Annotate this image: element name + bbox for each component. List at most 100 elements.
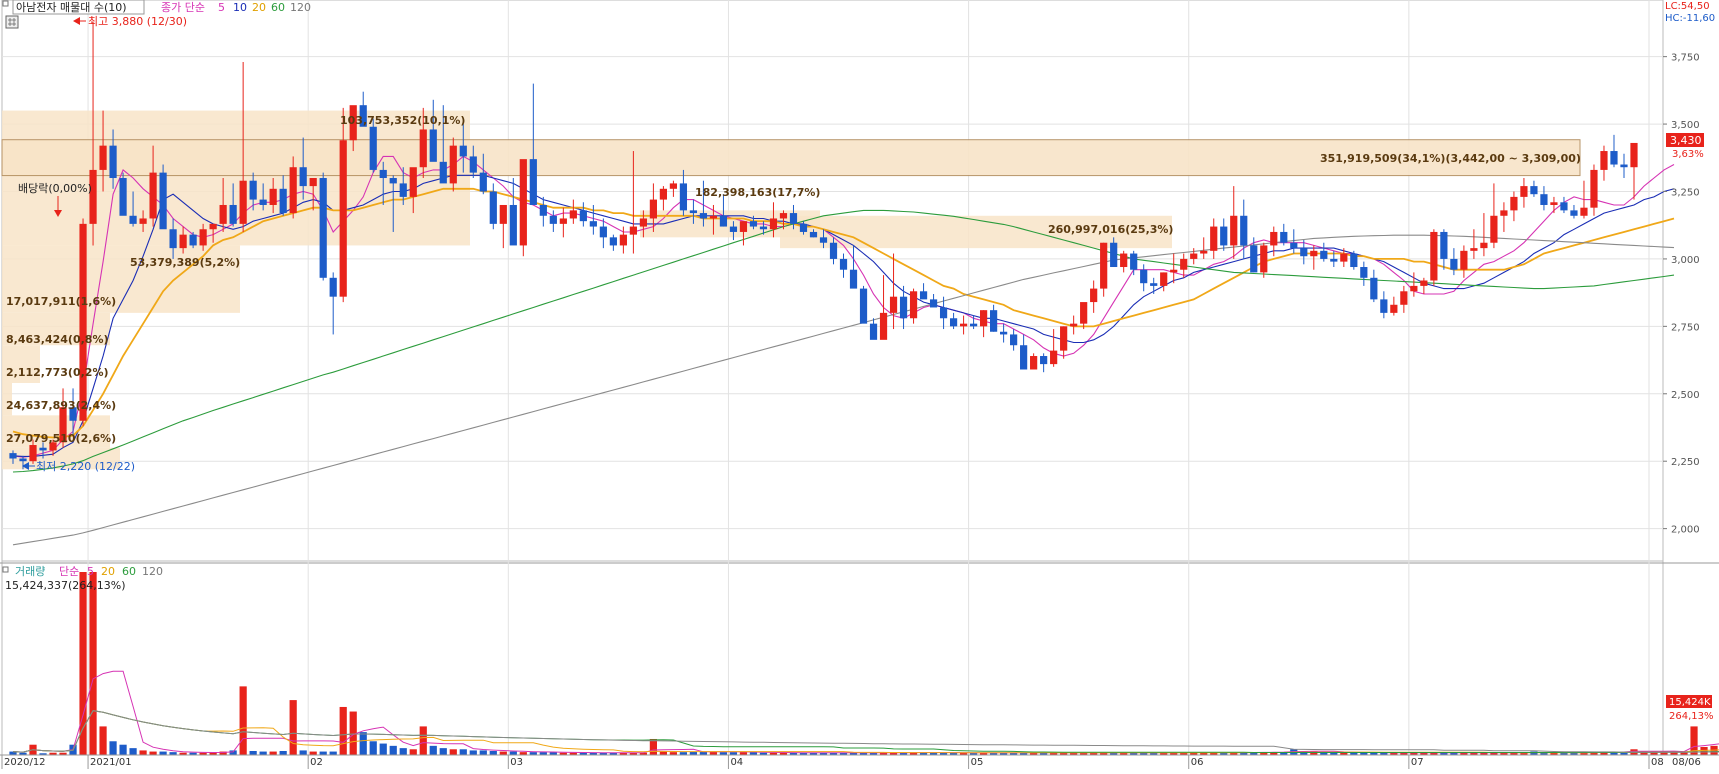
candle-down	[1330, 258, 1338, 262]
low-annotation: 최저 2,220 (12/22)	[22, 460, 135, 473]
candle-up	[449, 145, 457, 184]
candle-down	[859, 288, 868, 324]
candle-up	[199, 229, 207, 246]
candle-up	[1480, 242, 1488, 249]
volume-title[interactable]: 거래량	[15, 565, 45, 578]
candle-up	[1590, 169, 1598, 208]
candle-down	[329, 277, 337, 297]
last-change: 3,63%	[1672, 149, 1704, 160]
candle-down	[1140, 269, 1148, 284]
candle-down	[1620, 164, 1628, 168]
candle-down	[759, 226, 768, 230]
volume-profile-label: 17,017,911(1,6%)	[6, 295, 116, 308]
volume-bar	[449, 749, 457, 755]
ma-label[interactable]: 종가 단순	[161, 1, 205, 14]
candle-down	[899, 296, 908, 319]
candle-down	[509, 204, 517, 246]
candle-down	[1380, 299, 1388, 313]
candle-down	[1360, 267, 1368, 278]
volume-bar	[289, 700, 297, 755]
candle-down	[39, 447, 47, 451]
candle-down	[1450, 258, 1458, 270]
candle-down	[749, 221, 758, 227]
candle-down	[1440, 231, 1448, 259]
candle-up	[1430, 231, 1438, 281]
candle-up	[139, 218, 147, 224]
candle-down	[389, 178, 397, 184]
ma5-label[interactable]: 5	[218, 1, 225, 14]
volume-bar	[359, 732, 367, 755]
vol-ma60-label[interactable]: 60	[122, 565, 136, 578]
x-tick-label: 02	[310, 757, 323, 768]
ma120-label[interactable]: 120	[290, 1, 311, 14]
candle-down	[939, 307, 948, 319]
grid-toggle-icon[interactable]	[5, 15, 19, 29]
chart-title[interactable]: 아남전자 매물대 수(10)	[16, 1, 127, 14]
candle-up	[1090, 288, 1098, 303]
candle-down	[679, 183, 688, 211]
candle-down	[1220, 226, 1228, 246]
candle-up	[709, 215, 718, 219]
volume-bar	[299, 750, 307, 755]
volume-profile-label: 8,463,424(0,8%)	[6, 333, 109, 346]
volume-profile-label: 24,637,893(2,4%)	[6, 399, 116, 412]
last-price-badge: 3,430 3,63%	[1666, 133, 1704, 160]
candle-down	[169, 229, 177, 249]
candle-up	[1510, 196, 1518, 211]
ma20-label[interactable]: 20	[252, 1, 266, 14]
candle-down	[1130, 253, 1138, 270]
candle-down	[129, 215, 137, 224]
ma60-label[interactable]: 60	[271, 1, 285, 14]
volume-bar	[329, 751, 337, 755]
ma10-label[interactable]: 10	[233, 1, 247, 14]
candle-up	[209, 223, 217, 230]
candle-up	[239, 180, 247, 224]
candle-up	[79, 223, 87, 421]
candle-down	[929, 299, 938, 308]
candle-down	[229, 204, 237, 224]
candle-up	[219, 204, 227, 224]
candle-up	[499, 204, 507, 224]
volume-bar	[89, 572, 97, 755]
candle-up	[629, 226, 637, 235]
candle-down	[579, 210, 587, 222]
candle-up	[1080, 302, 1088, 324]
candle-down	[9, 453, 17, 459]
candle-down	[1570, 210, 1578, 216]
volume-value: 15,424,337(264,13%)	[5, 579, 126, 592]
candle-up	[309, 178, 317, 187]
x-tick-label: 08	[1651, 757, 1664, 768]
volume-bar	[369, 741, 377, 755]
candle-down	[1110, 242, 1118, 268]
candle-down	[1370, 277, 1378, 300]
hc-readout: HC:-11,60	[1665, 13, 1715, 24]
candle-up	[639, 218, 647, 227]
candle-up	[959, 323, 968, 327]
candle-up	[289, 167, 297, 214]
volume-profile-label: 351,919,509(34,1%)(3,442,00 ~ 3,309,00)	[1320, 152, 1581, 165]
high-label: 최고 3,880 (12/30)	[88, 15, 187, 28]
candle-down	[849, 269, 858, 289]
candle-down	[819, 237, 828, 243]
candle-down	[1290, 242, 1298, 249]
candle-up	[1200, 250, 1208, 254]
vol-ma20-label[interactable]: 20	[101, 565, 115, 578]
candle-up	[1180, 258, 1188, 270]
candle-down	[379, 169, 387, 179]
last-volume-ratio: 264,13%	[1669, 711, 1714, 722]
candle-up	[909, 291, 918, 319]
candle-up	[1030, 356, 1038, 370]
x-tick-label: 05	[971, 757, 984, 768]
candle-down	[949, 318, 958, 327]
candle-up	[99, 145, 107, 170]
candle-up	[1400, 291, 1408, 305]
candle-up	[879, 312, 888, 340]
volume-bar	[99, 726, 107, 755]
vol-ma5-label[interactable]: 5	[87, 565, 94, 578]
vol-ma120-label[interactable]: 120	[142, 565, 163, 578]
candle-up	[1120, 253, 1128, 268]
candle-up	[339, 140, 347, 297]
candle-up	[1230, 215, 1238, 246]
volume-ma-label[interactable]: 단순	[59, 565, 79, 578]
candle-down	[729, 226, 738, 232]
